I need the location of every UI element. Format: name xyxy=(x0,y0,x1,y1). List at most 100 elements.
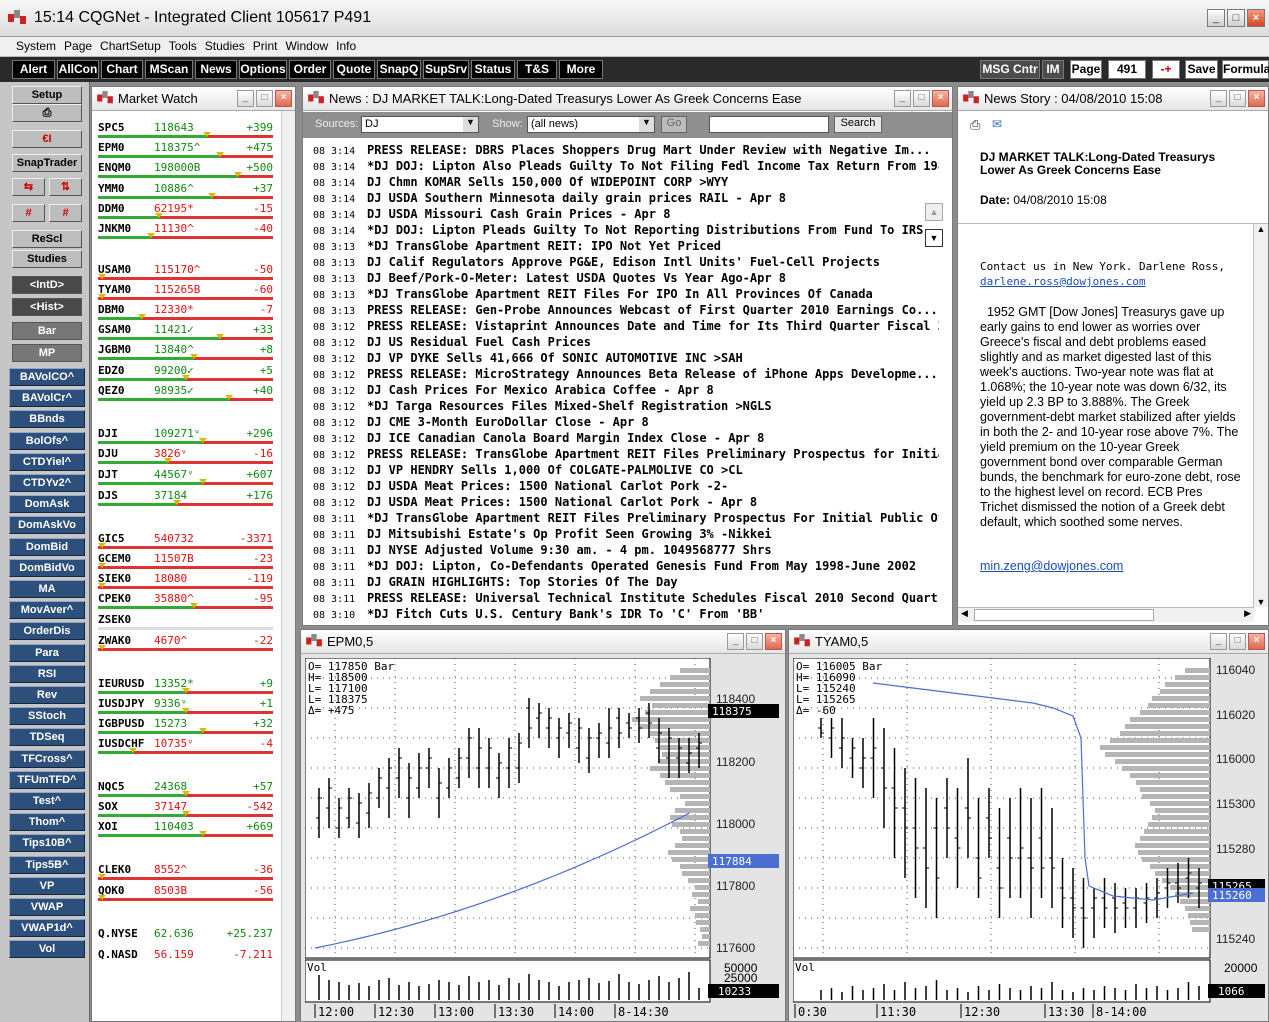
watch-row[interactable]: SPC5 118643 +399 xyxy=(98,121,273,138)
news-item[interactable]: 08 3:12 DJ USDA Meat Prices: 1500 Nationa… xyxy=(313,495,939,511)
sidebar-mp-button[interactable]: MP xyxy=(12,344,82,362)
author-email-link[interactable]: min.zeng@dowjones.com xyxy=(980,559,1123,573)
toolbar-allcon-button[interactable]: AllCon xyxy=(57,60,99,79)
news-item[interactable]: 08 3:13 DJ Calif Regulators Approve PG&E,… xyxy=(313,255,939,271)
sidebar-snaptrader-button[interactable]: SnapTrader xyxy=(12,154,82,172)
watch-row[interactable]: GSAM0 11421✓ +33 xyxy=(98,323,273,340)
scroll-thumb[interactable] xyxy=(974,609,1154,621)
watch-row[interactable]: GCEM0 11507B -23 xyxy=(98,552,273,569)
watch-row[interactable]: YMM0 10886^ +37 xyxy=(98,182,273,199)
watch-row[interactable]: IGBPUSD 15273 +32 xyxy=(98,717,273,734)
minimize-icon[interactable]: _ xyxy=(1207,9,1225,27)
watch-row[interactable]: ZWAK0 4670^ -22 xyxy=(98,634,273,651)
study-domaskvo-button[interactable]: DomAskVo xyxy=(9,516,85,535)
news-item[interactable]: 08 3:13 *DJ TransGlobe Apartment REIT Fil… xyxy=(313,287,939,303)
news-item[interactable]: 08 3:13 DJ Beef/Pork-O-Meter: Latest USDA… xyxy=(313,271,939,287)
close-icon[interactable]: × xyxy=(275,90,292,107)
sidebar-hist-button[interactable]: <Hist> xyxy=(12,298,82,316)
news-item[interactable]: 08 3:13 PRESS RELEASE: Gen-Probe Announce… xyxy=(313,303,939,319)
watch-row[interactable]: JGBM0 13840^ +8 xyxy=(98,343,273,360)
watch-row[interactable]: EDZ0 99200✓ +5 xyxy=(98,364,273,381)
close-icon[interactable]: × xyxy=(1248,633,1265,650)
email-icon[interactable]: ✉ xyxy=(992,117,1002,131)
maximize-icon[interactable]: □ xyxy=(256,90,273,107)
watch-row[interactable]: DJU 3826ᵛ -16 xyxy=(98,447,273,464)
news-item[interactable]: 08 3:14 DJ Chmn KOMAR Sells 150,000 Of WI… xyxy=(313,175,939,191)
news-item[interactable]: 08 3:10 *DJ Fitch Cuts U.S. Century Bank'… xyxy=(313,607,939,623)
news-item[interactable]: 08 3:13 *DJ TransGlobe Apartment REIT: IP… xyxy=(313,239,939,255)
sidebar-arrow-button[interactable]: # xyxy=(12,204,45,222)
maximize-icon[interactable]: □ xyxy=(1227,9,1245,27)
sidebar-arrow-button[interactable]: # xyxy=(49,204,82,222)
study-vp-button[interactable]: VP xyxy=(9,876,85,895)
news-search-input[interactable] xyxy=(709,116,829,133)
toolbar-alert-button[interactable]: Alert xyxy=(12,60,55,79)
sidebar-rescl-button[interactable]: ReScl xyxy=(12,230,82,248)
watch-row[interactable]: Q.NYSE 62.636 +25.237 xyxy=(98,927,273,943)
watch-row[interactable]: DJT 44567ᵛ +607 xyxy=(98,468,273,485)
news-item[interactable]: 08 3:12 DJ VP DYKE Sells 41,666 Of SONIC … xyxy=(313,351,939,367)
sidebar-arrow-button[interactable]: ⇅ xyxy=(49,178,82,196)
news-item[interactable]: 08 3:11 PRESS RELEASE: Universal Technica… xyxy=(313,591,939,607)
watch-row[interactable]: NQC5 24368 +57 xyxy=(98,780,273,797)
study-bbnds-button[interactable]: BBnds xyxy=(9,410,85,429)
study-dombid-button[interactable]: DomBid xyxy=(9,537,85,556)
study-vwap1d-button[interactable]: VWAP1d^ xyxy=(9,919,85,938)
news-item[interactable]: 08 3:12 DJ ICE Canadian Canola Board Marg… xyxy=(313,431,939,447)
tyam0-bar-chart[interactable]: O= 116005 BarH= 116090L= 115240L= 115265… xyxy=(793,658,1267,1020)
news-item[interactable]: 08 3:12 DJ US Residual Fuel Cash Prices xyxy=(313,335,939,351)
close-icon[interactable]: × xyxy=(1248,90,1265,107)
sidebar-print-button[interactable]: ⎙ xyxy=(12,104,82,122)
horizontal-scrollbar[interactable]: ◀ ▶ xyxy=(958,607,1254,622)
maximize-icon[interactable]: □ xyxy=(1229,633,1246,650)
epm0-bar-chart[interactable]: O= 117850 BarH= 118500L= 117100L= 118375… xyxy=(305,658,781,1020)
toolbar-ts-button[interactable]: T&S xyxy=(517,60,557,79)
chart-header[interactable]: EPM0,5 _ □ × xyxy=(301,630,785,654)
maximize-icon[interactable]: □ xyxy=(913,90,930,107)
study-domask-button[interactable]: DomAsk xyxy=(9,495,85,514)
watch-row[interactable]: EPM0 118375^ +475 xyxy=(98,141,273,158)
sidebar-bar-button[interactable]: Bar xyxy=(12,322,82,340)
study-tfcross-button[interactable]: TFCross^ xyxy=(9,749,85,768)
minimize-icon[interactable]: _ xyxy=(727,633,744,650)
watch-row[interactable]: DJI 109271ᵛ +296 xyxy=(98,427,273,444)
toolbar-quote-button[interactable]: Quote xyxy=(333,60,375,79)
news-item[interactable]: 08 3:12 DJ CME 3-Month EuroDollar Close -… xyxy=(313,415,939,431)
toolbar-mscan-button[interactable]: MScan xyxy=(145,60,193,79)
study-bavolco-button[interactable]: BAVolCO^ xyxy=(9,368,85,386)
contact-email-link[interactable]: darlene.ross@dowjones.com xyxy=(980,275,1146,288)
study-movaver-button[interactable]: MovAver^ xyxy=(9,601,85,620)
minimize-icon[interactable]: _ xyxy=(1210,90,1227,107)
scroll-down-icon[interactable]: ▼ xyxy=(925,229,943,247)
watch-row[interactable]: IEURUSD 13352* +9 xyxy=(98,677,273,694)
close-icon[interactable]: × xyxy=(765,633,782,650)
watch-row[interactable]: IUSDCHF 10735ᵛ -4 xyxy=(98,737,273,754)
news-item[interactable]: 08 3:12 DJ USDA Meat Prices: 1500 Nationa… xyxy=(313,479,939,495)
study-rsi-button[interactable]: RSI xyxy=(9,664,85,683)
page-step-button[interactable]: -+ xyxy=(1152,60,1180,79)
watch-row[interactable]: ZSEK0 xyxy=(98,613,273,630)
study-vol-button[interactable]: Vol xyxy=(9,940,85,959)
news-item[interactable]: 08 3:14 DJ USDA Missouri Cash Grain Price… xyxy=(313,207,939,223)
study-ctdyiel-button[interactable]: CTDYiel^ xyxy=(9,452,85,471)
watch-row[interactable]: XOI 110403 +669 xyxy=(98,820,273,837)
watch-row[interactable]: TYAM0 115265B -60 xyxy=(98,283,273,300)
scroll-up-icon[interactable]: ▲ xyxy=(1254,224,1268,234)
study-ctdyv2-button[interactable]: CTDYv2^ xyxy=(9,474,85,492)
show-select[interactable]: (all news) ▼ xyxy=(527,116,655,133)
study-rev-button[interactable]: Rev xyxy=(9,686,85,704)
sidebar-setup-button[interactable]: Setup xyxy=(12,86,82,104)
study-tips10b-button[interactable]: Tips10B^ xyxy=(9,834,85,853)
chevron-down-icon[interactable]: ▼ xyxy=(639,117,654,132)
watch-row[interactable]: ENQM0 198000B +500 xyxy=(98,161,273,178)
scroll-down-icon[interactable]: ▼ xyxy=(1254,597,1268,607)
watch-row[interactable]: DJS 37184 +176 xyxy=(98,489,273,506)
study-orderdis-button[interactable]: OrderDis xyxy=(9,622,85,641)
toolbar-options-button[interactable]: Options xyxy=(239,60,287,79)
maximize-icon[interactable]: □ xyxy=(1229,90,1246,107)
maximize-icon[interactable]: □ xyxy=(746,633,763,650)
watch-row[interactable]: SOX 37147 -542 xyxy=(98,800,273,817)
watch-row[interactable]: DDM0 62195* -15 xyxy=(98,202,273,219)
news-item[interactable]: 08 3:12 PRESS RELEASE: Vistaprint Announc… xyxy=(313,319,939,335)
menu-tools[interactable]: Tools xyxy=(165,37,201,53)
